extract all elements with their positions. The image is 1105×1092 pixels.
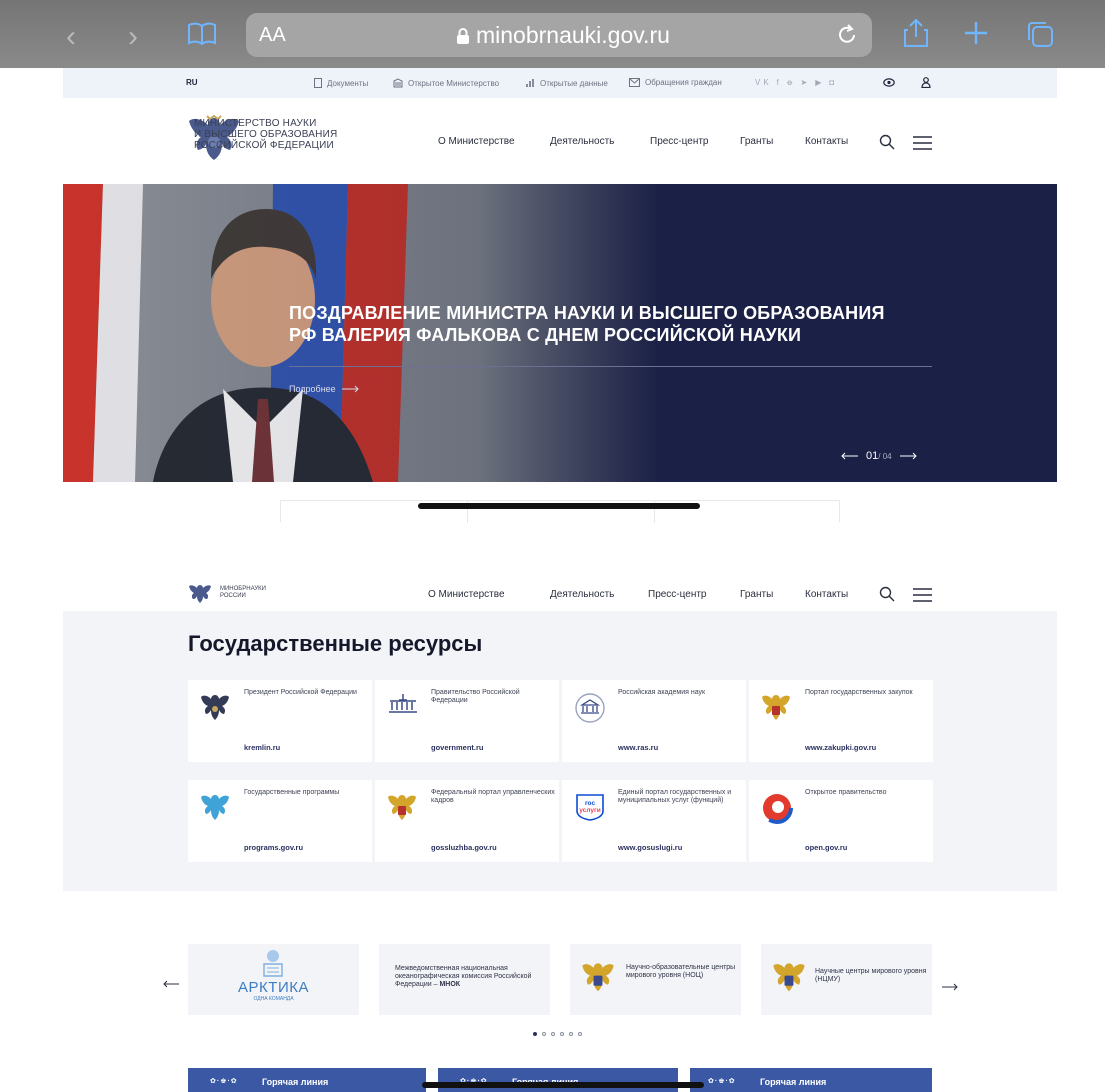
tabs-icon[interactable]	[1025, 19, 1055, 49]
nav-about[interactable]: О Министерстве	[438, 136, 515, 147]
hotline-icons: ✿·♚·✿	[708, 1078, 736, 1085]
utility-link-open-ministry[interactable]: Открытое Министерство	[393, 78, 499, 88]
eye-icon[interactable]	[883, 78, 895, 87]
utility-bar: RU Документы Открытое Министерство Откры…	[63, 68, 1057, 98]
pagination-dot[interactable]	[569, 1032, 573, 1036]
nav-contacts[interactable]: Контакты	[805, 136, 848, 147]
utility-link-appeals[interactable]: Обращения граждан	[629, 78, 722, 87]
svg-text:гос: гос	[585, 800, 596, 807]
hotline-card[interactable]: ✿·♚·✿ Горячая линия	[690, 1068, 932, 1092]
address-bar[interactable]: AA minobrnauki.gov.ru	[246, 13, 872, 57]
coat-of-arms-logo-small[interactable]	[188, 583, 212, 603]
vk-icon[interactable]: VK	[755, 78, 772, 87]
coat-of-arms-icon	[201, 695, 229, 720]
hotline-icons: ✿·♚·✿	[210, 1078, 238, 1085]
page: ‹ › AA minobrnauki.gov.ru RU Документы О…	[0, 0, 1105, 1092]
gold-eagle-icon	[582, 963, 614, 992]
pagination-dot[interactable]	[533, 1032, 537, 1036]
pagination-dot[interactable]	[542, 1032, 546, 1036]
pagination-dot[interactable]	[560, 1032, 564, 1036]
ministry-logo-text[interactable]: МИНИСТЕРСТВО НАУКИ И ВЫСШЕГО ОБРАЗОВАНИЯ…	[194, 118, 337, 151]
arrow-right-icon	[341, 385, 359, 393]
partner-mnok[interactable]: Межведомственная национальная океанограф…	[379, 944, 550, 1015]
carousel-pagination	[533, 1032, 582, 1036]
facebook-icon[interactable]: f	[777, 78, 782, 87]
bookmarks-icon[interactable]	[187, 22, 217, 46]
hero-more-link[interactable]: Подробнее	[289, 384, 360, 394]
browser-toolbar: ‹ › AA minobrnauki.gov.ru	[0, 0, 1105, 68]
lock-icon	[457, 27, 469, 44]
nav-activity[interactable]: Деятельность	[550, 136, 614, 147]
search-icon[interactable]	[879, 586, 895, 602]
utility-link-open-data[interactable]: Открытые данные	[525, 78, 608, 88]
hero-title[interactable]: ПОЗДРАВЛЕНИЕ МИНИСТРА НАУКИ И ВЫСШЕГО ОБ…	[289, 302, 939, 346]
forward-icon[interactable]: ›	[128, 22, 138, 52]
gold-eagle-icon	[773, 963, 805, 992]
ok-icon[interactable]: ꝋ	[787, 78, 796, 87]
nav-activity[interactable]: Деятельность	[550, 589, 614, 600]
open-government-logo-icon	[761, 792, 793, 824]
bar-chart-icon	[526, 79, 534, 87]
nav-press-center[interactable]: Пресс-центр	[650, 136, 708, 147]
pagination-dot[interactable]	[578, 1032, 582, 1036]
reload-icon[interactable]	[836, 22, 858, 46]
hotline-card[interactable]: ✿·♚·✿ Горячая линия	[188, 1068, 426, 1092]
utility-link-documents[interactable]: Документы	[314, 78, 368, 88]
share-icon[interactable]	[903, 18, 929, 48]
ras-emblem-icon	[575, 693, 605, 723]
ministry-short-logo[interactable]: МИНОБРНАУКИ РОССИИ	[220, 586, 266, 600]
gold-eagle-icon	[388, 795, 416, 820]
carousel-next-icon[interactable]	[942, 983, 958, 991]
resource-card-gossluzhba[interactable]: Федеральный портал управленческих кадров…	[375, 780, 559, 862]
instagram-icon[interactable]: ◘	[829, 78, 837, 87]
url-host: minobrnauki.gov.ru	[456, 22, 670, 49]
partner-arktika[interactable]: АРКТИКА ОДНА КОМАНДА	[188, 944, 359, 1015]
new-tab-icon[interactable]	[963, 20, 989, 46]
resource-card-kremlin[interactable]: Президент Российской Федерации kremlin.r…	[188, 680, 372, 762]
youtube-icon[interactable]: ▶	[815, 78, 824, 87]
blue-eagle-icon	[201, 795, 229, 820]
search-icon[interactable]	[879, 134, 895, 150]
resource-card-zakupki[interactable]: Портал государственных закупок www.zakup…	[749, 680, 933, 762]
hero-slide-counter: 01/ 04	[840, 450, 918, 462]
gosuslugi-logo-icon: госуслуги	[576, 794, 604, 821]
document-icon	[314, 78, 322, 88]
resource-card-programs[interactable]: Государственные программы programs.gov.r…	[188, 780, 372, 862]
partner-ncmu[interactable]: Научные центры мирового уровня (НЦМУ)	[761, 944, 932, 1015]
resource-card-open-government[interactable]: Открытое правительство open.gov.ru	[749, 780, 933, 862]
nav-contacts[interactable]: Контакты	[805, 589, 848, 600]
home-indicator	[418, 503, 700, 509]
home-indicator	[422, 1082, 704, 1088]
next-slide-icon[interactable]	[899, 452, 918, 460]
section-title: Государственные ресурсы	[188, 631, 483, 656]
nav-grants[interactable]: Гранты	[740, 136, 773, 147]
building-icon	[393, 78, 403, 88]
government-building-icon	[389, 694, 417, 713]
resource-card-gosuslugi[interactable]: гос услуги Единый портал государственных …	[562, 780, 746, 862]
telegram-icon[interactable]: ➤	[801, 78, 811, 87]
back-icon[interactable]: ‹	[66, 22, 76, 52]
gold-eagle-icon	[762, 695, 790, 720]
envelope-icon	[629, 78, 640, 87]
nav-press-center[interactable]: Пресс-центр	[648, 589, 706, 600]
language-switch[interactable]: RU	[186, 78, 198, 87]
reader-button[interactable]: AA	[259, 24, 286, 47]
user-icon[interactable]	[921, 77, 931, 88]
prev-slide-icon[interactable]	[840, 452, 858, 460]
carousel-prev-icon[interactable]	[163, 980, 179, 988]
hero-divider	[289, 366, 932, 367]
hotline-card[interactable]: ✿·♚·✿ Горячая линия	[438, 1068, 678, 1092]
resource-card-government[interactable]: Правительство Российской Федерации gover…	[375, 680, 559, 762]
nav-about[interactable]: О Министерстве	[428, 589, 505, 600]
nav-grants[interactable]: Гранты	[740, 589, 773, 600]
menu-icon[interactable]	[913, 136, 932, 150]
resource-card-ras[interactable]: Российская академия наук www.ras.ru	[562, 680, 746, 762]
pagination-dot[interactable]	[551, 1032, 555, 1036]
svg-text:услуги: услуги	[579, 807, 600, 814]
menu-icon[interactable]	[913, 588, 932, 602]
arktika-emblem-icon	[263, 950, 283, 977]
partner-noc[interactable]: Научно-образовательные центры мирового у…	[570, 944, 741, 1015]
social-icons[interactable]: VK f ꝋ ➤ ▶ ◘	[755, 78, 837, 87]
